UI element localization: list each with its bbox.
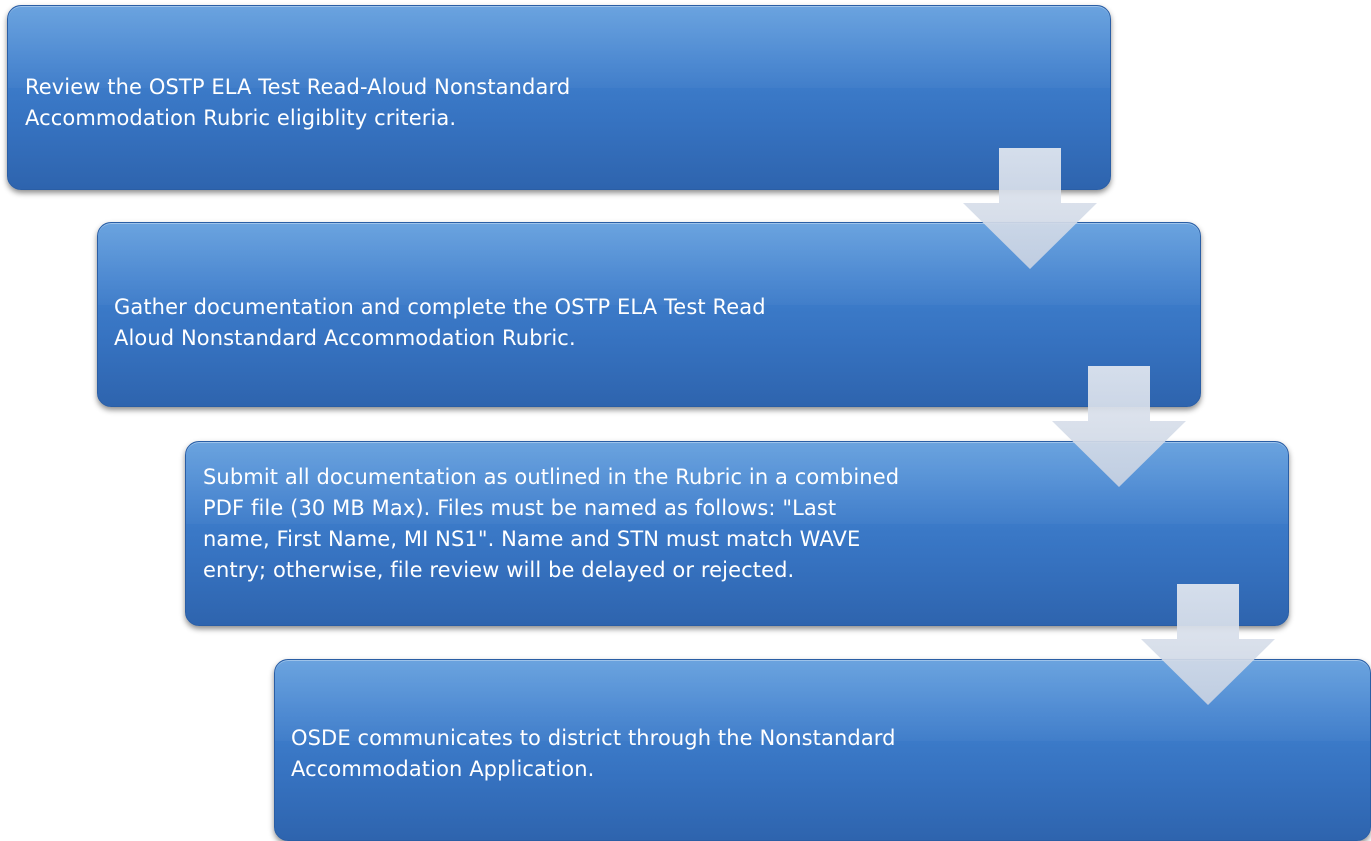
down-arrow-icon	[1052, 366, 1186, 487]
down-arrow-icon	[963, 148, 1097, 269]
process-step-3-text: Submit all documentation as outlined in …	[203, 465, 900, 582]
process-step-2-text: Gather documentation and complete the OS…	[114, 295, 766, 350]
process-step-4-text: OSDE communicates to district through th…	[291, 726, 896, 781]
process-step-1-text: Review the OSTP ELA Test Read-Aloud Nons…	[25, 75, 571, 130]
process-step-1: Review the OSTP ELA Test Read-Aloud Nons…	[7, 5, 1111, 190]
down-arrow-icon	[1141, 584, 1275, 705]
